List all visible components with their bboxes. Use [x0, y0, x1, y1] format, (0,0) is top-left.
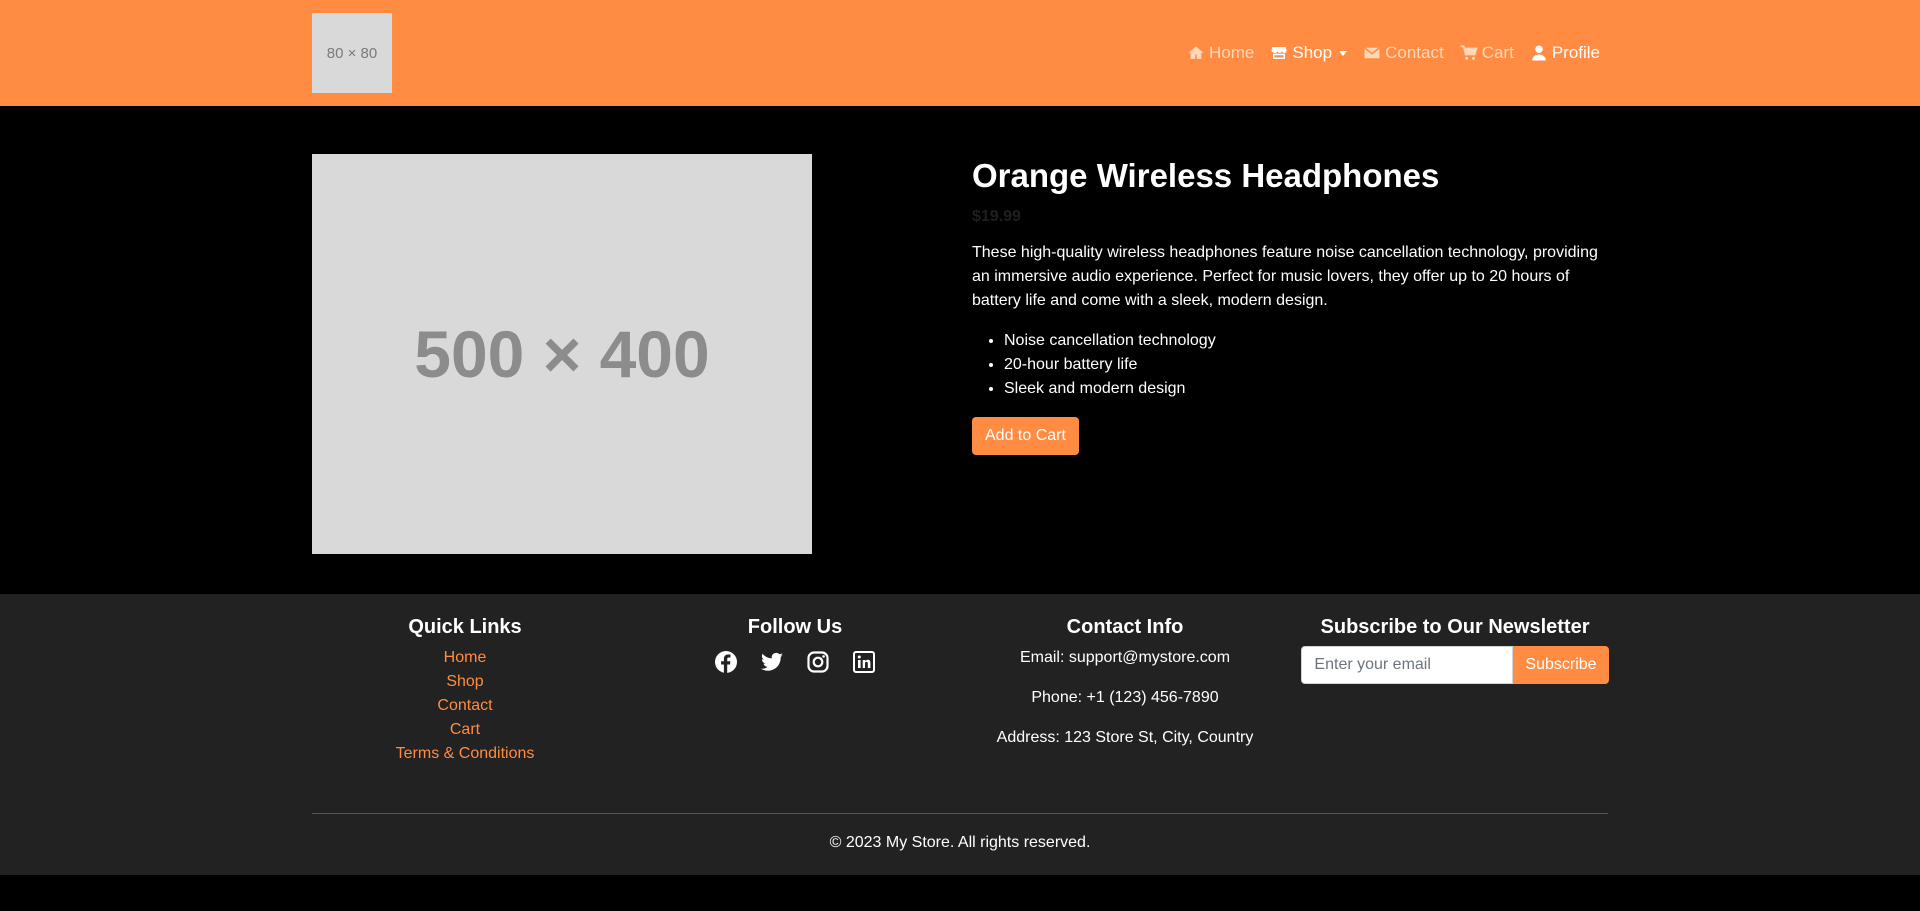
nav-home-label: Home	[1209, 43, 1255, 62]
follow-us-column: Follow Us	[630, 614, 960, 674]
feature-list: Noise cancellation technology 20-hour ba…	[972, 329, 1608, 401]
product-price: $19.99	[972, 208, 1021, 225]
quick-links-column: Quick Links Home Shop Contact Cart Terms…	[300, 614, 630, 766]
footer-link-shop[interactable]: Shop	[300, 670, 630, 694]
nav-contact-label: Contact	[1385, 43, 1444, 62]
user-icon	[1530, 44, 1548, 62]
logo[interactable]: 80 × 80	[312, 13, 392, 93]
footer-link-contact[interactable]: Contact	[300, 694, 630, 718]
main-nav: Home Shop Contact Cart Profile	[1171, 42, 1600, 64]
add-to-cart-button[interactable]: Add to Cart	[972, 417, 1079, 455]
home-icon	[1187, 44, 1205, 62]
newsletter-heading: Subscribe to Our Newsletter	[1320, 616, 1590, 638]
quick-links-list: Home Shop Contact Cart Terms & Condition…	[300, 646, 630, 766]
twitter-icon[interactable]	[760, 650, 784, 674]
footer-divider	[312, 813, 1608, 814]
footer-link-home[interactable]: Home	[300, 646, 630, 670]
contact-phone: Phone: +1 (123) 456-7890	[1031, 689, 1219, 706]
feature-item: 20-hour battery life	[1004, 353, 1608, 377]
product-image: 500 × 400	[312, 154, 812, 554]
nav-cart-label: Cart	[1481, 43, 1514, 62]
contact-address: Address: 123 Store St, City, Country	[996, 729, 1254, 746]
quick-links-heading: Quick Links	[408, 616, 522, 638]
footer-link-terms[interactable]: Terms & Conditions	[300, 742, 630, 766]
nav-profile-label: Profile	[1551, 43, 1600, 62]
feature-item: Noise cancellation technology	[1004, 329, 1608, 353]
footer-link-cart[interactable]: Cart	[300, 718, 630, 742]
copyright-text: © 2023 My Store. All rights reserved.	[829, 834, 1091, 851]
contact-info-column: Contact Info Email: support@mystore.com …	[960, 614, 1290, 750]
product-description: These high-quality wireless headphones f…	[972, 244, 1598, 309]
newsletter-column: Subscribe to Our Newsletter Subscribe	[1290, 614, 1620, 684]
site-footer: Quick Links Home Shop Contact Cart Terms…	[0, 594, 1920, 875]
follow-us-heading: Follow Us	[747, 616, 843, 638]
newsletter-email-input[interactable]	[1301, 646, 1514, 684]
instagram-icon[interactable]	[806, 650, 830, 674]
site-header: 80 × 80 Home Shop Contact Cart Profile	[0, 0, 1920, 106]
nav-shop-dropdown[interactable]: Shop	[1270, 43, 1348, 63]
shopping-cart-icon	[1460, 44, 1478, 62]
store-icon	[1270, 44, 1288, 62]
contact-email: Email: support@mystore.com	[1019, 649, 1231, 666]
feature-item: Sleek and modern design	[1004, 377, 1608, 401]
product-section: 500 × 400 Orange Wireless Headphones $19…	[0, 106, 1920, 594]
linkedin-icon[interactable]	[852, 650, 876, 674]
product-title: Orange Wireless Headphones	[972, 157, 1440, 194]
chevron-down-icon	[1339, 50, 1348, 56]
social-links	[630, 650, 960, 674]
nav-profile[interactable]: Profile	[1530, 43, 1600, 63]
nav-contact[interactable]: Contact	[1363, 43, 1444, 63]
contact-info-heading: Contact Info	[1066, 616, 1184, 638]
newsletter-form: Subscribe	[1290, 646, 1620, 684]
nav-shop-label: Shop	[1292, 43, 1333, 62]
nav-home[interactable]: Home	[1187, 43, 1254, 63]
envelope-icon	[1363, 44, 1381, 62]
nav-cart[interactable]: Cart	[1460, 43, 1514, 63]
contact-details: Email: support@mystore.com Phone: +1 (12…	[960, 646, 1290, 750]
subscribe-button[interactable]: Subscribe	[1513, 646, 1609, 684]
product-info: Orange Wireless Headphones $19.99 These …	[972, 154, 1608, 455]
facebook-icon[interactable]	[714, 650, 738, 674]
